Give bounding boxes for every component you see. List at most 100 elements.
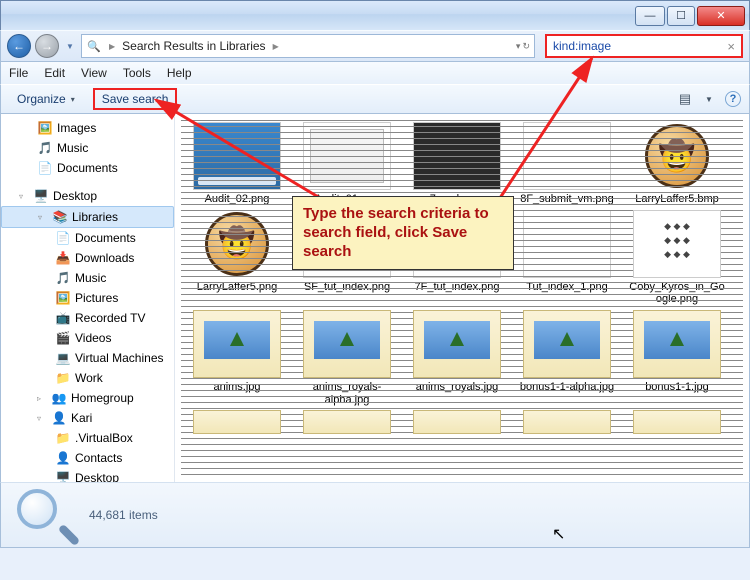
- menu-edit[interactable]: Edit: [44, 66, 65, 80]
- sidebar-item-lib-virtual-machines[interactable]: 💻 Virtual Machines: [1, 348, 174, 368]
- forward-button[interactable]: →: [35, 34, 59, 58]
- menu-bar: File Edit View Tools Help: [0, 62, 750, 84]
- sidebar-item-label: Downloads: [75, 251, 134, 265]
- clear-search-button[interactable]: ×: [727, 39, 735, 54]
- sidebar-item-user-desktop[interactable]: 🖥️Desktop: [1, 468, 174, 482]
- sidebar-item-virtualbox[interactable]: 📁 .VirtualBox: [1, 428, 174, 448]
- menu-tools[interactable]: Tools: [123, 66, 151, 80]
- libraries-icon: 📚: [52, 209, 68, 225]
- view-dropdown-icon[interactable]: ▼: [701, 91, 717, 107]
- thumbnail-icon: [193, 410, 281, 434]
- desktop-icon: 🖥️: [33, 188, 49, 204]
- sidebar-item-homegroup[interactable]: ▹ 👥 Homegroup: [1, 388, 174, 408]
- window-maximize-button[interactable]: ☐: [667, 6, 695, 26]
- breadcrumb-root-dropdown[interactable]: ▶: [106, 42, 118, 51]
- thumbnail-icon: [523, 210, 611, 278]
- thumbnail-icon: [193, 310, 281, 378]
- sidebar-item-lib-pictures[interactable]: 🖼️ Pictures: [1, 288, 174, 308]
- search-results-icon: 🔍: [86, 38, 102, 54]
- thumbnail-icon: [633, 210, 721, 278]
- sidebar-item-label: Documents: [57, 161, 118, 175]
- file-grid: Audit_02.png Audit_01.png 7mesh.png 8F_s…: [175, 114, 749, 445]
- sidebar-item-label: Videos: [75, 331, 111, 345]
- annotation-callout: Type the search criteria to search field…: [292, 196, 514, 270]
- file-item[interactable]: [405, 410, 509, 437]
- menu-help[interactable]: Help: [167, 66, 192, 80]
- address-bar[interactable]: 🔍 ▶ Search Results in Libraries ▶ ▾ ↻: [81, 34, 535, 58]
- sidebar-item-documents[interactable]: 📄 Documents: [1, 158, 174, 178]
- folder-icon: 📁: [55, 430, 71, 446]
- sidebar-item-music[interactable]: 🎵 Music: [1, 138, 174, 158]
- breadcrumb-segment[interactable]: Search Results in Libraries: [118, 39, 269, 53]
- expand-icon[interactable]: ▿: [37, 414, 47, 423]
- sidebar-item-label: Homegroup: [71, 391, 134, 405]
- contacts-icon: 👤: [55, 450, 71, 466]
- vm-icon: 💻: [55, 350, 71, 366]
- sidebar-item-user[interactable]: ▿ 👤 Kari: [1, 408, 174, 428]
- address-dropdown-icon[interactable]: ▾: [516, 41, 521, 52]
- sidebar-item-contacts[interactable]: 👤Contacts: [1, 448, 174, 468]
- sidebar-item-lib-music[interactable]: 🎵 Music: [1, 268, 174, 288]
- menu-file[interactable]: File: [9, 66, 28, 80]
- item-count-label: 44,681 items: [89, 508, 158, 522]
- sidebar-item-label: Recorded TV: [75, 311, 145, 325]
- save-search-button[interactable]: Save search: [93, 88, 178, 110]
- sidebar-item-label: Kari: [71, 411, 92, 425]
- sidebar-item-label: Desktop: [75, 471, 119, 482]
- file-item[interactable]: [625, 410, 729, 437]
- organize-button[interactable]: Organize: [9, 89, 83, 109]
- search-value: kind:image: [553, 39, 611, 53]
- navigation-pane[interactable]: 🖼️Images 🎵Music 📄Documents ▿🖥️Desktop ▿📚…: [1, 114, 175, 482]
- file-item[interactable]: Tut_index_1.png: [515, 210, 619, 306]
- sidebar-item-libraries[interactable]: ▿ 📚 Libraries: [1, 206, 174, 228]
- music-icon: 🎵: [37, 140, 53, 156]
- back-button[interactable]: ←: [7, 34, 31, 58]
- homegroup-icon: 👥: [51, 390, 67, 406]
- expand-icon[interactable]: ▹: [37, 394, 47, 403]
- thumbnail-icon: [413, 310, 501, 378]
- sidebar-item-label: Pictures: [75, 291, 118, 305]
- navigation-bar: ← → ▼ 🔍 ▶ Search Results in Libraries ▶ …: [0, 30, 750, 62]
- user-icon: 👤: [51, 410, 67, 426]
- sidebar-item-desktop[interactable]: ▿🖥️Desktop: [1, 186, 174, 206]
- menu-view[interactable]: View: [81, 66, 107, 80]
- file-item[interactable]: [515, 410, 619, 437]
- view-options-button[interactable]: ▤: [677, 91, 693, 107]
- thumbnail-icon: [413, 410, 501, 434]
- file-item[interactable]: [185, 410, 289, 437]
- nav-history-dropdown[interactable]: ▼: [63, 36, 77, 56]
- file-list-pane[interactable]: Audit_02.png Audit_01.png 7mesh.png 8F_s…: [175, 114, 749, 482]
- sidebar-item-label: .VirtualBox: [75, 431, 133, 445]
- documents-icon: 📄: [55, 230, 71, 246]
- music-icon: 🎵: [55, 270, 71, 286]
- cursor-icon: ↖: [552, 524, 565, 544]
- help-button[interactable]: ?: [725, 91, 741, 107]
- expand-icon[interactable]: ▿: [38, 213, 48, 222]
- window-minimize-button[interactable]: —: [635, 6, 665, 26]
- sidebar-item-label: Music: [57, 141, 88, 155]
- sidebar-item-label: Images: [57, 121, 96, 135]
- thumbnail-icon: [303, 310, 391, 378]
- sidebar-item-label: Virtual Machines: [75, 351, 164, 365]
- window-close-button[interactable]: ✕: [697, 6, 745, 26]
- file-item[interactable]: [295, 410, 399, 437]
- pictures-icon: 🖼️: [37, 120, 53, 136]
- sidebar-item-lib-videos[interactable]: 🎬Videos: [1, 328, 174, 348]
- documents-icon: 📄: [37, 160, 53, 176]
- tv-icon: 📺: [55, 310, 71, 326]
- expand-icon[interactable]: ▿: [19, 192, 29, 201]
- sidebar-item-label: Libraries: [72, 210, 118, 224]
- breadcrumb-dropdown[interactable]: ▶: [270, 42, 282, 51]
- explorer-body: 🖼️Images 🎵Music 📄Documents ▿🖥️Desktop ▿📚…: [0, 114, 750, 482]
- refresh-button[interactable]: ↻: [522, 41, 530, 52]
- sidebar-item-images[interactable]: 🖼️ Images: [1, 118, 174, 138]
- command-bar: Organize Save search ▤ ▼ ?: [0, 84, 750, 114]
- sidebar-item-lib-work[interactable]: 📁Work: [1, 368, 174, 388]
- sidebar-item-label: Music: [75, 271, 106, 285]
- sidebar-item-label: Work: [75, 371, 103, 385]
- sidebar-item-lib-documents[interactable]: 📄Documents: [1, 228, 174, 248]
- search-input[interactable]: kind:image ×: [545, 34, 743, 58]
- sidebar-item-lib-recorded-tv[interactable]: 📺 Recorded TV: [1, 308, 174, 328]
- pictures-icon: 🖼️: [55, 290, 71, 306]
- sidebar-item-lib-downloads[interactable]: 📥Downloads: [1, 248, 174, 268]
